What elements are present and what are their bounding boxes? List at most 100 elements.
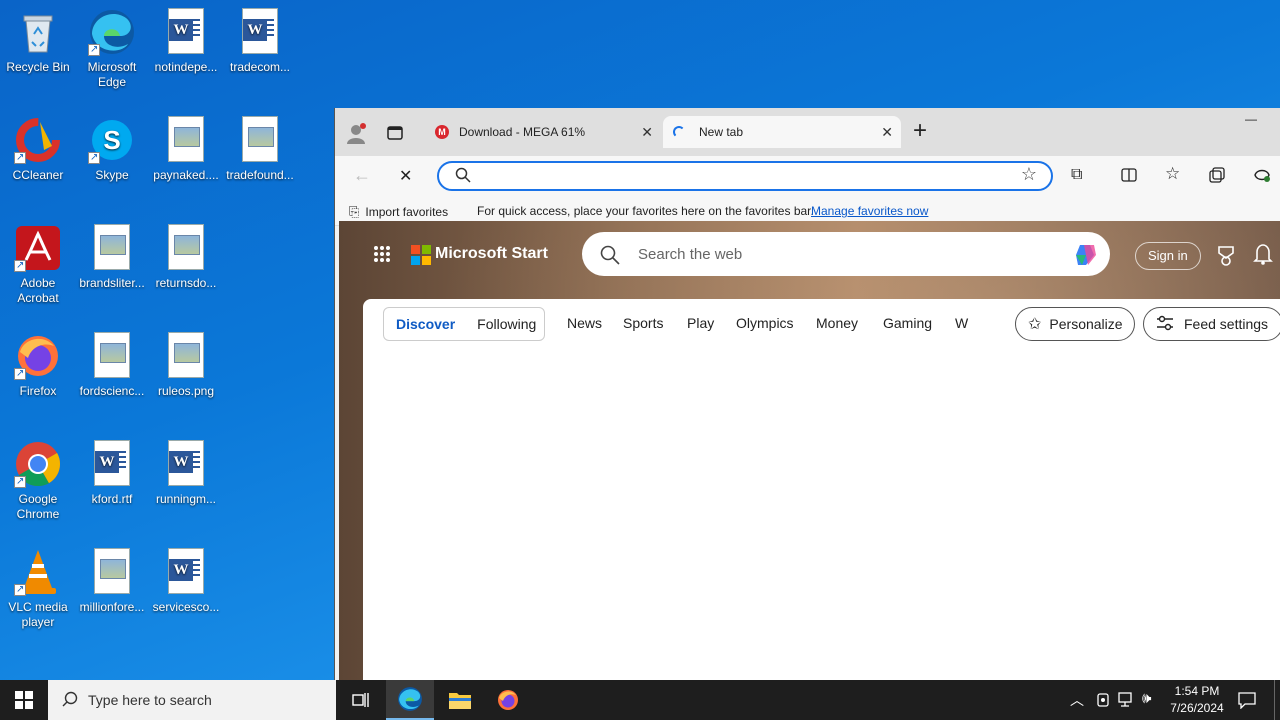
rewards-icon[interactable]: [1215, 244, 1237, 269]
image-file-icon: [162, 224, 210, 272]
firefox-icon: [14, 332, 62, 381]
tab-mega-download[interactable]: M Download - MEGA 61% ✕: [425, 116, 661, 148]
desktop-file-notindepe[interactable]: W notindepe...: [148, 8, 224, 75]
close-tab-icon[interactable]: ✕: [641, 124, 653, 141]
desktop-icon-label: Recycle Bin: [6, 60, 70, 74]
svg-text:S: S: [103, 125, 120, 155]
desktop-file-fordscienc[interactable]: fordscienc...: [74, 332, 150, 399]
image-file-icon: [88, 548, 136, 596]
task-view-button[interactable]: [336, 680, 384, 720]
tab-new-tab[interactable]: New tab ✕: [663, 116, 901, 148]
start-brand[interactable]: Microsoft Start: [435, 245, 548, 263]
taskbar-file-explorer[interactable]: [436, 680, 484, 720]
feed-settings-button[interactable]: Feed settings: [1143, 307, 1280, 341]
network-icon[interactable]: [1118, 692, 1136, 711]
copilot-icon[interactable]: [1072, 241, 1100, 272]
web-search-box[interactable]: Search the web: [582, 232, 1110, 276]
import-favorites-button[interactable]: ⎘ Import favorites: [349, 204, 448, 220]
tab-following[interactable]: Following: [477, 316, 536, 332]
edge-icon: [88, 8, 136, 57]
tab-discover[interactable]: Discover: [396, 316, 455, 332]
notifications-icon[interactable]: [1238, 691, 1256, 712]
notifications-bell-icon[interactable]: [1253, 243, 1273, 268]
browser-essentials-icon[interactable]: [1253, 166, 1271, 187]
desktop-file-ruleos[interactable]: ruleos.png: [148, 332, 224, 399]
show-desktop-button[interactable]: [1274, 680, 1280, 720]
image-file-icon: [88, 332, 136, 380]
nav-sports[interactable]: Sports: [623, 315, 663, 331]
taskbar-edge[interactable]: [386, 680, 434, 720]
desktop-icon-label: Google Chrome: [16, 492, 60, 521]
taskbar-firefox[interactable]: [484, 680, 532, 720]
import-favorites-label: Import favorites: [365, 205, 449, 219]
close-tab-icon[interactable]: ✕: [881, 124, 893, 141]
back-arrow-icon[interactable]: ←: [353, 165, 371, 186]
nav-play[interactable]: Play: [687, 315, 714, 331]
word-doc-icon: W: [162, 8, 210, 56]
browser-toolbar: ← ✕ ☆ ⧉ ☆: [335, 156, 1280, 196]
new-tab-button[interactable]: +: [913, 117, 927, 145]
web-search-placeholder: Search the web: [638, 246, 743, 263]
desktop-icon-vlc[interactable]: VLC media player: [0, 548, 76, 630]
image-file-icon: [236, 116, 284, 164]
clock[interactable]: 1:54 PM 7/26/2024: [1164, 683, 1230, 717]
desktop-icon-google-chrome[interactable]: Google Chrome: [0, 440, 76, 522]
edge-icon: [398, 687, 422, 711]
desktop-icon-firefox[interactable]: Firefox: [0, 332, 76, 399]
desktop-file-kford[interactable]: W kford.rtf: [74, 440, 150, 507]
apps-grid-icon[interactable]: [373, 245, 391, 266]
favorite-star-icon[interactable]: ☆: [1021, 164, 1037, 185]
desktop-icon-recycle-bin[interactable]: Recycle Bin: [0, 8, 76, 75]
desktop-file-paynaked[interactable]: paynaked....: [148, 116, 224, 183]
image-file-icon: [162, 332, 210, 380]
personalize-button[interactable]: ✩ Personalize: [1015, 307, 1135, 341]
tab-actions-icon[interactable]: [387, 125, 403, 144]
microsoft-logo-icon: [411, 245, 431, 268]
split-screen-icon[interactable]: [1121, 167, 1137, 186]
firefox-icon: [498, 690, 518, 710]
favorites-icon[interactable]: ☆: [1165, 164, 1180, 184]
search-icon: [600, 245, 620, 268]
desktop-icon-adobe-acrobat[interactable]: Adobe Acrobat: [0, 224, 76, 306]
desktop-file-brandsliter[interactable]: brandsliter...: [74, 224, 150, 291]
desktop-file-tradecom[interactable]: W tradecom...: [222, 8, 298, 75]
desktop-icon-ccleaner[interactable]: CCleaner: [0, 116, 76, 183]
tab-title: New tab: [699, 125, 744, 139]
nav-more-truncated[interactable]: W: [955, 315, 968, 331]
chrome-icon: [14, 440, 62, 489]
desktop-icon-label: tradecom...: [229, 60, 291, 74]
desktop-icon-label: paynaked....: [153, 168, 219, 182]
desktop-file-tradefound[interactable]: tradefound...: [222, 116, 298, 183]
sparkle-star-icon: ✩: [1028, 316, 1042, 333]
taskbar-search-placeholder: Type here to search: [88, 692, 212, 708]
minimize-button[interactable]: —: [1245, 112, 1257, 126]
desktop-icon-label: kford.rtf: [91, 492, 133, 506]
desktop-file-runningm[interactable]: W runningm...: [148, 440, 224, 507]
desktop-file-servicesco[interactable]: W servicesco...: [148, 548, 224, 615]
nav-news[interactable]: News: [567, 315, 602, 331]
sign-in-button[interactable]: Sign in: [1135, 242, 1201, 270]
defender-tray-icon[interactable]: [1096, 692, 1110, 711]
taskbar: Type here to search ︿ 🕪 1:54 PM 7/26/202…: [0, 680, 1280, 720]
desktop-icon-microsoft-edge[interactable]: Microsoft Edge: [74, 8, 150, 90]
start-button[interactable]: [0, 680, 48, 720]
nav-olympics[interactable]: Olympics: [736, 315, 794, 331]
desktop-icon-skype[interactable]: S Skype: [74, 116, 150, 183]
address-bar[interactable]: ☆: [437, 161, 1053, 191]
desktop-file-millionfore[interactable]: millionfore...: [74, 548, 150, 615]
tab-title: Download - MEGA 61%: [459, 125, 586, 139]
taskbar-search-box[interactable]: Type here to search: [48, 680, 336, 720]
microsoft-start-page: Microsoft Start Search the web Sign in D…: [339, 221, 1280, 680]
nav-money[interactable]: Money: [816, 315, 858, 331]
volume-icon[interactable]: 🕪: [1142, 690, 1151, 707]
personalize-label: Personalize: [1049, 316, 1123, 332]
extensions-icon[interactable]: ⧉: [1071, 166, 1082, 184]
collections-icon[interactable]: [1209, 167, 1225, 186]
stop-loading-button[interactable]: ✕: [399, 166, 412, 186]
desktop-file-returnsdo[interactable]: returnsdo...: [148, 224, 224, 291]
edge-browser-window: M Download - MEGA 61% ✕ New tab ✕ + — ← …: [334, 108, 1280, 680]
show-hidden-icons-chevron-icon[interactable]: ︿: [1070, 690, 1084, 710]
manage-favorites-link[interactable]: Manage favorites now: [811, 204, 928, 218]
nav-gaming[interactable]: Gaming: [883, 315, 932, 331]
profile-icon[interactable]: [345, 122, 367, 147]
